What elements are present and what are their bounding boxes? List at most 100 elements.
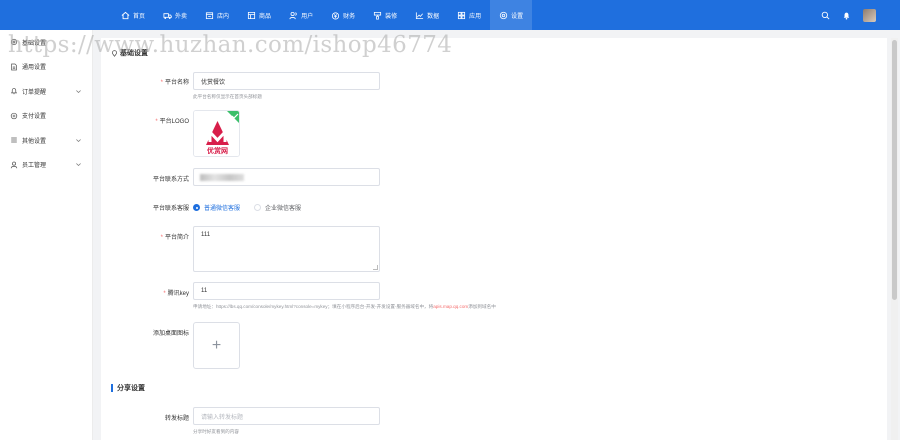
help-text: 添加到域名中 [468,304,496,309]
platform-logo-label: * 平台LOGO [155,116,189,125]
search-icon[interactable] [821,11,830,20]
store-icon [205,11,214,19]
nav-goods-label: 商品 [259,13,272,20]
radio-wechat-service[interactable]: 普通微信客服 [193,203,240,212]
user-icon [10,161,18,169]
sidebar-item-other-settings[interactable]: 其他设置 [0,128,92,153]
pay-icon [10,112,18,119]
label-text: 平台名称 [164,80,189,86]
required-mark: * [163,291,166,297]
tencent-key-help: 申请地址：https://lbs.qq.com/console/mykey.ht… [193,304,496,310]
platform-logo-image[interactable]: 优赏网 [193,110,240,157]
plus-icon: + [211,336,222,354]
sidebar: 基础设置 通用设置 订单提醒 支付设置 其他设置 员工管理 [0,30,93,440]
required-mark: * [155,119,158,125]
share-title-input[interactable]: 请输入转发标题 [193,407,380,425]
sidebar-item-basic-settings[interactable]: 基础设置 [0,30,92,55]
chevron-down-icon [76,163,81,167]
nav-goods[interactable]: 商品 [238,0,280,30]
nav-users-label: 用户 [301,13,314,20]
chart-icon [416,11,424,19]
decorate-icon [374,11,382,20]
nav-delivery[interactable]: 外卖 [154,0,196,30]
section-accent-bar [111,384,113,392]
chevron-down-icon [76,89,81,93]
tencent-key-input[interactable]: 11 [193,282,380,300]
label-text: 平台LOGO [159,119,189,125]
radio-dot [193,204,200,211]
sidebar-item-label: 其他设置 [22,138,47,145]
sidebar-item-general-settings[interactable]: 通用设置 [0,55,92,80]
nav-store[interactable]: 店内 [196,0,238,30]
upload-desktop-icon-button[interactable]: + [193,322,240,369]
contact-label: 平台联系方式 [152,177,189,183]
help-link[interactable]: apis.map.qq.com [433,304,468,309]
sidebar-item-payment-settings[interactable]: 支付设置 [0,104,92,129]
nav-apps-label: 应用 [469,13,482,20]
sidebar-item-staff-management[interactable]: 员工管理 [0,153,92,178]
scrollbar[interactable] [891,38,898,440]
required-mark: * [160,235,163,241]
location-pin-icon [112,49,117,57]
nav-decorate[interactable]: 装修 [364,0,406,30]
share-title-label: 转发标题 [164,416,189,422]
blurred-contact [200,174,244,181]
logo-image: 优赏网 [194,111,239,156]
nav-settings[interactable]: 设置 [490,0,533,30]
label-text: 腾讯key [167,291,189,297]
delivery-icon [163,12,172,19]
nav-finance[interactable]: 财务 [322,0,364,30]
service-label: 平台联系客服 [152,206,189,212]
nav-settings-label: 设置 [511,13,524,20]
nav-data[interactable]: 数据 [406,0,448,30]
platform-name-input[interactable]: 优赏餐饮 [193,72,380,90]
top-navbar: 首页 外卖 店内 商品 用户 财务 装修 数据 应用 设置 [0,0,900,30]
nav-delivery-label: 外卖 [175,13,188,20]
avatar[interactable] [863,8,876,22]
radio-enterprise-wechat-service[interactable]: 企业微信客服 [254,203,301,212]
top-right-tools [821,0,876,30]
goods-icon [247,11,256,19]
nav-apps[interactable]: 应用 [448,0,490,30]
list-icon [11,137,17,143]
sidebar-item-label: 支付设置 [22,114,47,121]
platform-name-help: 此平台名称仅显示在首页头部标题 [193,94,262,99]
intro-textarea[interactable]: 111 [193,226,380,272]
nav-store-label: 店内 [217,13,230,20]
nav-users[interactable]: 用户 [280,0,322,30]
sidebar-item-label: 通用设置 [22,65,47,72]
settings-form-panel: 基础设置 * 平台名称 优赏餐饮 此平台名称仅显示在首页头部标题 * 平台LOGO … [101,38,887,440]
nav-home-label: 首页 [133,13,146,20]
scrollbar-thumb[interactable] [892,40,897,300]
resize-grip-icon[interactable] [373,265,378,270]
desktop-icon-label: 添加桌面图标 [152,331,189,337]
sidebar-item-label: 订单提醒 [22,89,47,96]
sidebar-item-label: 员工管理 [22,163,47,170]
radio-dot [254,204,262,211]
sidebar-item-order-reminder[interactable]: 订单提醒 [0,79,92,104]
finance-icon [332,11,340,20]
sidebar-item-label: 基础设置 [22,40,47,47]
nav-data-label: 数据 [427,13,440,20]
doc-icon [11,63,17,71]
radio-label: 企业微信客服 [265,206,302,212]
section-title-text: 基础设置 [120,50,148,57]
gear-icon [10,39,18,46]
nav-decorate-label: 装修 [385,13,398,20]
platform-name-label: * 平台名称 [161,77,189,86]
logo-text: 优赏网 [207,146,228,155]
top-nav: 首页 外卖 店内 商品 用户 财务 装修 数据 应用 设置 [112,0,533,30]
radio-label: 普通微信客服 [204,206,241,212]
nav-home[interactable]: 首页 [112,0,154,30]
section-title-share: 分享设置 [111,383,145,393]
intro-text: 111 [201,232,211,238]
service-radio-group: 普通微信客服 企业微信客服 [193,203,301,212]
bell-icon[interactable] [842,11,851,20]
intro-label: * 平台简介 [161,232,189,241]
settings-icon [499,11,508,19]
required-mark: * [160,80,163,86]
users-icon [289,11,297,19]
contact-input[interactable] [193,168,380,186]
bell-icon [10,88,18,95]
chevron-down-icon [76,138,81,142]
